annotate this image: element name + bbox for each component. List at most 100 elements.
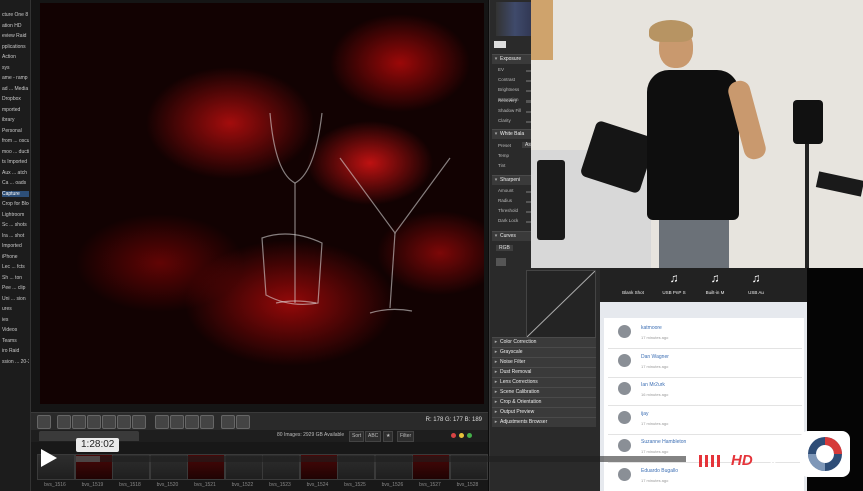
feed-user-name[interactable]: ijay xyxy=(641,411,649,417)
collapsed-tool-header[interactable]: ▸ Adjustments Browser xyxy=(492,417,596,427)
folder-item[interactable]: pplications xyxy=(2,44,29,50)
collapse-arrow-icon: ▸ xyxy=(494,389,498,395)
green-label-icon[interactable] xyxy=(467,433,472,438)
camera-source-item[interactable]: ♫ USB PnP S xyxy=(655,270,693,300)
feed-user-name[interactable]: Suzanne Hambleton xyxy=(641,439,686,445)
star-filter-icon[interactable]: ★ xyxy=(383,431,394,442)
folder-item[interactable]: Pee ... clip xyxy=(2,285,29,291)
hd-button[interactable]: HD xyxy=(731,452,753,470)
collapsed-tool-header[interactable]: ▸ Noise Filter xyxy=(492,357,596,367)
feed-item[interactable]: Ian Mr2urk 16 minutes ago xyxy=(608,377,802,406)
feed-user-name[interactable]: katmoore xyxy=(641,325,662,331)
camera-source-item[interactable]: ♫ USB Au xyxy=(737,270,775,300)
curve-graph[interactable] xyxy=(526,270,596,338)
avatar xyxy=(618,325,631,338)
collapsed-tool-header[interactable]: ▸ Lens Corrections xyxy=(492,377,596,387)
folder-item[interactable]: eview Raid xyxy=(2,33,29,39)
folder-item[interactable]: ibrary xyxy=(2,117,29,123)
folder-item[interactable]: Videos xyxy=(2,327,29,333)
folder-item[interactable]: ad ... Media xyxy=(2,86,29,92)
tool-row-label: Contrast xyxy=(498,77,516,82)
camera-source-dock: Blank Shot ♫ USB PnP S ♫ Built-in M ♫ USB Au xyxy=(600,268,807,302)
feed-item[interactable]: ijay 17 minutes ago xyxy=(608,406,802,435)
thumbnail-label: bvs_1523 xyxy=(269,482,291,488)
collapsed-tool-header[interactable]: ▸ Output Preview xyxy=(492,407,596,417)
folder-item[interactable]: Action xyxy=(2,54,29,60)
auto-adjust-icon[interactable] xyxy=(494,41,506,48)
folder-item[interactable]: ation HD xyxy=(2,23,29,29)
folder-item[interactable]: sys xyxy=(2,65,29,71)
collapse-arrow-icon: ▸ xyxy=(494,419,498,425)
folder-item[interactable]: moo ... ductio xyxy=(2,149,29,155)
red-label-icon[interactable] xyxy=(451,433,456,438)
folder-item[interactable]: cture One 8 xyxy=(2,12,29,18)
folder-item[interactable]: iPhone xyxy=(2,254,29,260)
feed-user-name[interactable]: Dan Wagner xyxy=(641,354,669,360)
pointer-tool-button[interactable] xyxy=(57,415,71,429)
tool-row-label: Temp xyxy=(498,153,510,158)
folder-item[interactable]: mported xyxy=(2,107,29,113)
presenter-hair xyxy=(649,20,693,42)
brush-tool-button[interactable] xyxy=(87,415,101,429)
fullscreen-button[interactable] xyxy=(766,454,780,468)
folder-item[interactable]: ures xyxy=(2,306,29,312)
glasses-illustration xyxy=(261,112,451,314)
curves-channel-select[interactable]: RGB xyxy=(496,245,513,251)
curve-picker-icon[interactable] xyxy=(496,258,506,266)
folder-item[interactable]: Sh ... ton xyxy=(2,275,29,281)
filter-button[interactable]: Filter xyxy=(397,431,415,442)
grid-view-button[interactable] xyxy=(185,415,199,429)
folder-item[interactable]: Ira ... shot xyxy=(2,233,29,239)
folder-item[interactable]: Lec ... fcts xyxy=(2,264,29,270)
folder-item[interactable]: Ca ... oads xyxy=(2,180,29,186)
folder-item[interactable]: ssion ... 20-38 xyxy=(2,359,29,365)
avatar xyxy=(618,353,631,367)
hand-tool-button[interactable] xyxy=(117,415,131,429)
folder-item[interactable]: ts Imported xyxy=(2,159,29,165)
folder-item[interactable]: Uni ... sion xyxy=(2,296,29,302)
feed-user-name[interactable]: Ian Mr2urk xyxy=(641,382,665,388)
folder-item[interactable]: ame - ramp xyxy=(2,75,29,81)
progress-bar[interactable] xyxy=(76,456,686,462)
folder-item[interactable]: Dropbox xyxy=(2,96,29,102)
viewer-mode-button[interactable] xyxy=(37,415,51,429)
folder-item[interactable]: Aux ... atch xyxy=(2,170,29,176)
camera-source-label: Blank Shot xyxy=(622,290,644,295)
folder-item[interactable]: iro Raid xyxy=(2,348,29,354)
yellow-label-icon[interactable] xyxy=(459,433,464,438)
channel-logo[interactable] xyxy=(800,431,850,477)
folder-item[interactable]: Lightroom xyxy=(2,212,29,218)
rotate-left-button[interactable] xyxy=(221,415,235,429)
zoom-tool-button[interactable] xyxy=(102,415,116,429)
folder-item[interactable]: Teams xyxy=(2,338,29,344)
rotate-right-button[interactable] xyxy=(236,415,250,429)
folder-item[interactable]: Capture xyxy=(2,190,29,197)
folder-item[interactable]: Sc ... shots xyxy=(2,222,29,228)
multi-view-button[interactable] xyxy=(170,415,184,429)
crop-tool-button[interactable] xyxy=(132,415,146,429)
collapsed-tool-header[interactable]: ▸ Grayscale xyxy=(492,347,596,357)
feed-user-name[interactable]: Eduardo Bugallo xyxy=(641,468,678,474)
feed-item[interactable]: Dan Wagner 17 minutes ago xyxy=(608,349,802,378)
folder-item[interactable]: ies xyxy=(2,317,29,323)
tool-row-label: Preset xyxy=(498,143,512,148)
pan-tool-button[interactable] xyxy=(72,415,86,429)
proof-view-button[interactable] xyxy=(200,415,214,429)
folder-item[interactable]: from ... oscup xyxy=(2,138,29,144)
collapsed-tool-header[interactable]: ▸ Color Correction xyxy=(492,337,596,347)
camera-source-item[interactable]: Blank Shot xyxy=(614,270,652,300)
avatar xyxy=(618,439,631,452)
play-button[interactable] xyxy=(38,448,58,468)
collapsed-tool-header[interactable]: ▸ Crop & Orientation xyxy=(492,397,596,407)
folder-item[interactable]: Personal xyxy=(2,128,29,134)
sort-dropdown[interactable]: ABC xyxy=(365,431,382,442)
collapsed-tool-header[interactable]: ▸ Scene Calibration xyxy=(492,387,596,397)
folder-item[interactable]: Crop for Blog xyxy=(2,201,29,207)
camera-source-item[interactable]: ♫ Built-in M xyxy=(696,270,734,300)
sort-label[interactable]: Sort xyxy=(349,431,365,442)
volume-icon[interactable] xyxy=(698,452,724,468)
single-view-button[interactable] xyxy=(155,415,169,429)
feed-item[interactable]: katmoore 17 minutes ago xyxy=(608,320,802,349)
collapsed-tool-header[interactable]: ▸ Dust Removal xyxy=(492,367,596,377)
folder-item[interactable]: Imported xyxy=(2,243,29,249)
